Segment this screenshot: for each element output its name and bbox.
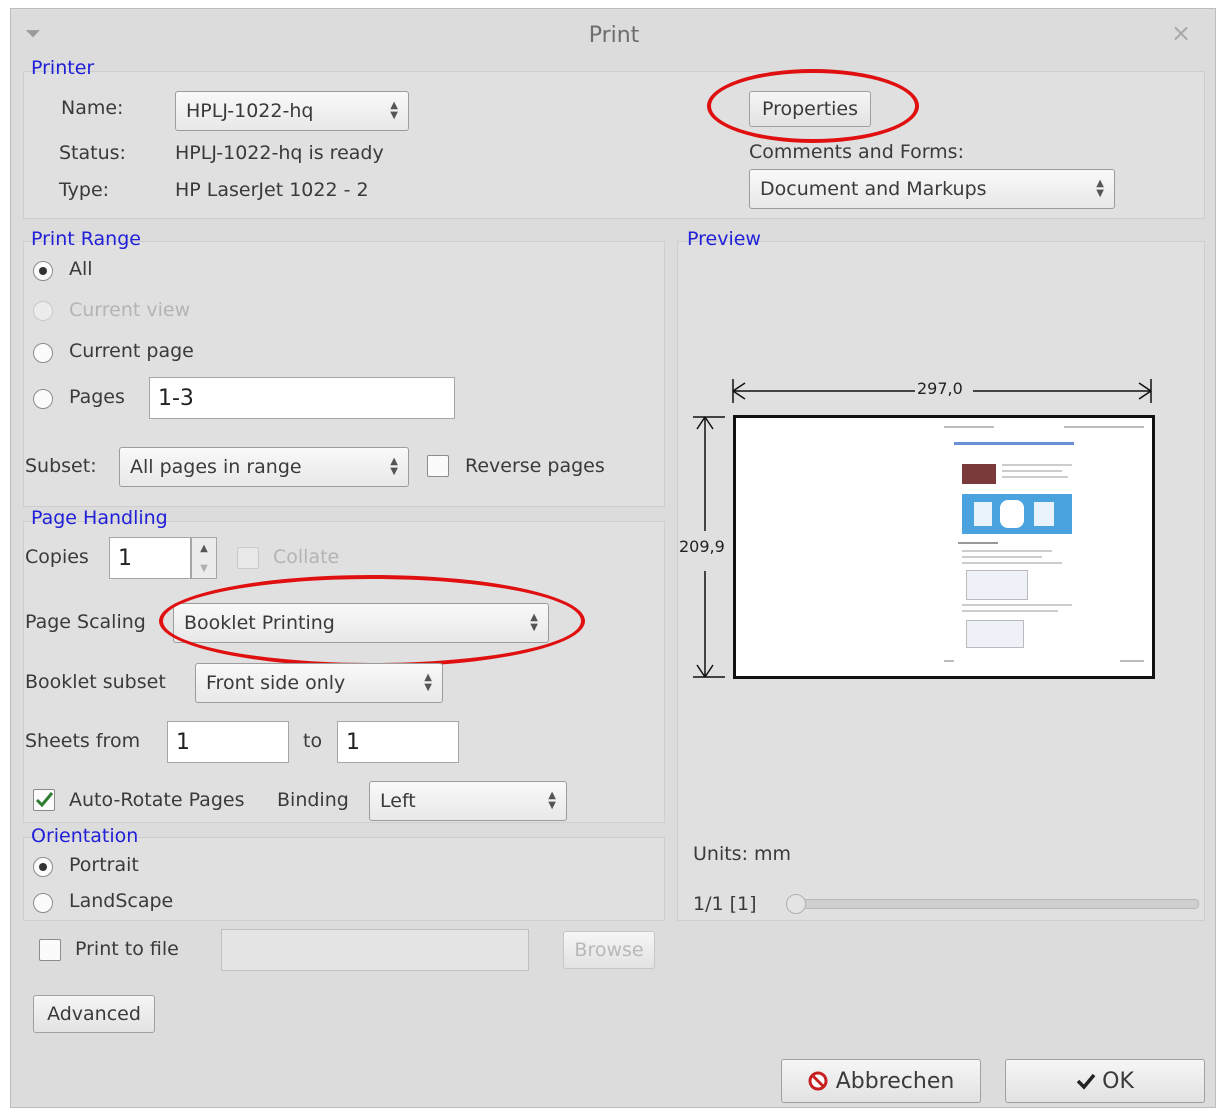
checkmark-icon: [35, 792, 54, 808]
advanced-button[interactable]: Advanced: [33, 995, 155, 1033]
close-icon[interactable]: ×: [1171, 19, 1191, 47]
annotation-ellipse-properties: [707, 69, 919, 143]
printer-name-value: HPLJ-1022-hq: [186, 100, 314, 122]
no-entry-icon: [808, 1071, 828, 1091]
decrement-icon[interactable]: ▼: [200, 563, 208, 574]
ok-button-label: OK: [1102, 1068, 1134, 1094]
printer-name-select[interactable]: HPLJ-1022-hq ▲ ▼: [175, 91, 409, 131]
binding-label: Binding: [277, 789, 349, 811]
booklet-subset-value: Front side only: [206, 672, 346, 694]
copies-spinner[interactable]: ▲ ▼: [191, 537, 217, 579]
collate-label: Collate: [273, 546, 340, 568]
copies-input[interactable]: 1: [109, 537, 191, 579]
printer-name-label: Name:: [61, 97, 124, 119]
pages-range-input[interactable]: 1-3: [149, 377, 455, 419]
preview-width-dimension: 297,0: [915, 379, 965, 398]
range-current-view-label: Current view: [69, 299, 191, 321]
cancel-button[interactable]: Abbrechen: [781, 1059, 981, 1103]
printer-status-label: Status:: [59, 142, 126, 164]
comments-forms-select[interactable]: Document and Markups ▲ ▼: [749, 169, 1115, 209]
subset-select[interactable]: All pages in range ▲ ▼: [119, 447, 409, 487]
subset-label: Subset:: [25, 455, 97, 477]
reverse-pages-label: Reverse pages: [465, 455, 605, 477]
spin-arrows-icon: ▲ ▼: [390, 456, 398, 477]
orientation-portrait-radio[interactable]: [33, 857, 53, 877]
preview-units-label: Units: mm: [693, 843, 792, 865]
printer-status-value: HPLJ-1022-hq is ready: [175, 142, 384, 164]
spin-arrows-icon: ▲ ▼: [1096, 178, 1104, 199]
annotation-ellipse-page-scaling: [159, 575, 585, 667]
preview-page: [733, 415, 1155, 679]
ok-button[interactable]: OK: [1005, 1059, 1205, 1103]
auto-rotate-checkbox[interactable]: [33, 789, 55, 811]
sheets-from-input[interactable]: 1: [167, 721, 289, 763]
browse-button: Browse: [563, 931, 655, 969]
preview-page-indicator: 1/1 [1]: [693, 893, 757, 915]
collate-checkbox: [237, 547, 259, 569]
printer-type-value: HP LaserJet 1022 - 2: [175, 179, 369, 201]
range-all-radio[interactable]: [33, 261, 53, 281]
preview-group-label: Preview: [687, 228, 761, 250]
comments-forms-value: Document and Markups: [760, 178, 987, 200]
subset-value: All pages in range: [130, 456, 302, 478]
sheets-to-input[interactable]: 1: [337, 721, 459, 763]
orientation-portrait-label: Portrait: [69, 854, 139, 876]
print-range-group-label: Print Range: [31, 228, 141, 250]
range-current-page-radio[interactable]: [33, 343, 53, 363]
slider-handle[interactable]: [786, 894, 806, 914]
reverse-pages-checkbox[interactable]: [427, 455, 449, 477]
page-scaling-label: Page Scaling: [25, 611, 146, 633]
booklet-subset-select[interactable]: Front side only ▲ ▼: [195, 663, 443, 703]
range-current-page-label: Current page: [69, 340, 194, 362]
range-all-label: All: [69, 258, 93, 280]
range-pages-radio[interactable]: [33, 389, 53, 409]
spin-arrows-icon: ▲ ▼: [390, 100, 398, 121]
page-handling-group-label: Page Handling: [31, 507, 168, 529]
binding-select[interactable]: Left ▲ ▼: [369, 781, 567, 821]
spin-arrows-icon: ▲ ▼: [548, 790, 556, 811]
orientation-landscape-label: LandScape: [69, 890, 174, 912]
auto-rotate-label: Auto-Rotate Pages: [69, 789, 245, 811]
increment-icon[interactable]: ▲: [200, 543, 208, 554]
comments-forms-label: Comments and Forms:: [749, 141, 964, 163]
printer-group-label: Printer: [31, 57, 95, 79]
orientation-group-label: Orientation: [31, 825, 139, 847]
cancel-button-label: Abbrechen: [835, 1068, 955, 1094]
print-to-file-path-input: [221, 929, 529, 971]
spin-arrows-icon: ▲ ▼: [424, 672, 432, 693]
copies-label: Copies: [25, 546, 89, 568]
print-dialog: ⏷ Print × Printer Name: HPLJ-1022-hq ▲ ▼ …: [10, 8, 1216, 1108]
sheets-to-label: to: [303, 730, 323, 752]
booklet-subset-label: Booklet subset: [25, 671, 166, 693]
printer-type-label: Type:: [59, 179, 110, 201]
preview-page-slider[interactable]: [786, 894, 1199, 914]
checkmark-icon: [1076, 1073, 1096, 1090]
sheets-from-label: Sheets from: [25, 730, 141, 752]
window-title: Print: [588, 23, 640, 48]
binding-value: Left: [380, 790, 416, 812]
print-to-file-label: Print to file: [75, 938, 179, 960]
range-pages-label: Pages: [69, 386, 125, 408]
preview-height-dimension: 209,9: [679, 537, 725, 556]
orientation-landscape-radio[interactable]: [33, 893, 53, 913]
print-to-file-checkbox[interactable]: [39, 939, 61, 961]
preview-page-content: [944, 424, 1150, 662]
range-current-view-radio: [33, 301, 53, 321]
